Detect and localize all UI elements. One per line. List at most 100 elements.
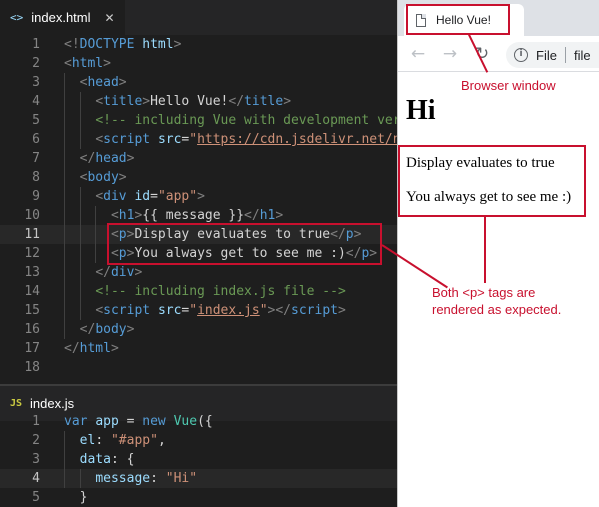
code-token: body xyxy=(87,170,119,185)
code-line[interactable]: 8 <body> xyxy=(0,168,397,187)
code-text: <script src="index.js"></script> xyxy=(64,301,346,320)
indent-guide xyxy=(79,130,81,149)
code-token: : xyxy=(95,433,111,448)
code-line[interactable]: 2 el: "#app", xyxy=(0,431,397,450)
code-token: > xyxy=(103,56,111,71)
line-number: 8 xyxy=(32,170,40,185)
indent-guide xyxy=(64,320,65,339)
code-token: } xyxy=(64,490,88,505)
line-number: 3 xyxy=(32,452,40,467)
code-line[interactable]: 3 <head> xyxy=(0,73,397,92)
line-number: 1 xyxy=(32,37,40,52)
code-token: > xyxy=(110,341,119,356)
annotation-box-editor-p-tags xyxy=(107,223,382,265)
indent-guide xyxy=(79,469,81,488)
code-token: </ xyxy=(79,322,96,337)
code-line[interactable]: 4 message: "Hi" xyxy=(0,469,397,488)
code-line[interactable]: 16 </body> xyxy=(0,320,397,339)
code-token: html xyxy=(71,56,104,71)
code-token: : { xyxy=(110,452,135,467)
code-token: head xyxy=(95,151,127,166)
code-token: src xyxy=(157,132,182,147)
annotation-box-browser-p-tags xyxy=(398,145,586,217)
code-text: <title>Hello Vue!</title> xyxy=(64,92,291,111)
code-line[interactable]: 7 </head> xyxy=(0,149,397,168)
code-line[interactable]: 2 <html> xyxy=(0,54,397,73)
code-line[interactable]: 6 <script src="https://cdn.jsdelivr.net/… xyxy=(0,130,397,149)
code-token: <!-- including index.js file --> xyxy=(95,284,346,299)
code-token: <! xyxy=(64,37,80,52)
line-number: 11 xyxy=(24,227,40,242)
annotation-label-browser-window: Browser window xyxy=(461,78,556,93)
code-token: " xyxy=(189,303,198,318)
line-number: 12 xyxy=(24,246,40,261)
line-number: 2 xyxy=(32,433,40,448)
indent-guide xyxy=(79,187,81,206)
code-line[interactable]: 4 <title>Hello Vue!</title> xyxy=(0,92,397,111)
back-arrow-icon[interactable]: ← xyxy=(408,44,428,64)
code-token: app xyxy=(95,414,119,429)
code-line[interactable]: 3 data: { xyxy=(0,450,397,469)
code-line[interactable]: 1 var app = new Vue({ xyxy=(0,412,397,431)
code-token: Vue xyxy=(173,414,198,429)
indent-guide xyxy=(79,282,81,301)
code-text: data: { xyxy=(64,450,135,469)
forward-arrow-icon[interactable]: → xyxy=(440,44,460,64)
tab-index-html[interactable]: <> index.html ✕ xyxy=(0,0,125,35)
code-token: {{ message }} xyxy=(142,208,245,223)
code-line[interactable]: 18 xyxy=(0,358,397,377)
code-text: <html> xyxy=(64,54,111,73)
code-token: title xyxy=(244,94,284,109)
js-code-area[interactable]: 1 var app = new Vue({2 el: "#app", 3 data:… xyxy=(0,412,397,507)
code-line[interactable]: 5 <!-- including Vue with development ve… xyxy=(0,111,397,130)
code-line[interactable]: 14 <!-- including index.js file --> xyxy=(0,282,397,301)
code-token: var xyxy=(64,414,88,429)
code-token: > xyxy=(275,208,284,223)
code-token: " xyxy=(259,303,268,318)
indent-guide xyxy=(95,244,97,263)
address-bar[interactable]: i File file xyxy=(506,42,599,68)
indent-guide xyxy=(64,92,65,111)
annotation-box-browser-tab xyxy=(406,4,510,35)
code-line[interactable]: 1 <!DOCTYPE html> xyxy=(0,35,397,54)
code-line[interactable]: 17 </html> xyxy=(0,339,397,358)
line-number: 15 xyxy=(24,303,40,318)
code-token: > xyxy=(142,94,151,109)
code-text: <!-- including Vue with development ver xyxy=(64,111,397,130)
code-token: > xyxy=(197,189,205,204)
code-token: title xyxy=(103,94,143,109)
code-token: "#app" xyxy=(110,433,158,448)
info-icon[interactable]: i xyxy=(514,48,528,62)
indent-guide xyxy=(79,301,81,320)
code-token: data xyxy=(79,452,111,467)
code-line[interactable]: 13 </div> xyxy=(0,263,397,282)
code-token: el xyxy=(79,433,96,448)
code-line[interactable]: 9 <div id="app"> xyxy=(0,187,397,206)
code-token: < xyxy=(64,56,72,71)
code-text: </html> xyxy=(64,339,119,358)
code-token: < xyxy=(95,303,104,318)
indent-guide xyxy=(79,263,81,282)
code-line[interactable]: 5 } xyxy=(0,488,397,507)
close-icon[interactable]: ✕ xyxy=(105,11,115,25)
code-line[interactable]: 15 <script src="index.js"></script> xyxy=(0,301,397,320)
code-token: html xyxy=(79,341,111,356)
code-token: </ xyxy=(244,208,260,223)
code-token: index.js xyxy=(197,303,260,318)
code-token: " xyxy=(189,132,198,147)
code-token: = xyxy=(150,189,158,204)
code-token: new xyxy=(142,414,166,429)
code-token: DOCTYPE xyxy=(79,37,135,52)
code-token: > xyxy=(283,94,292,109)
code-token: : xyxy=(150,471,166,486)
html-code-area[interactable]: 1 <!DOCTYPE html> 2 <html> 3 <head> 4 <title>… xyxy=(0,35,397,377)
code-text: <div id="app"> xyxy=(64,187,205,206)
tab-title: index.html xyxy=(31,10,91,25)
indent-guide xyxy=(79,111,81,130)
indent-guide xyxy=(95,206,97,225)
